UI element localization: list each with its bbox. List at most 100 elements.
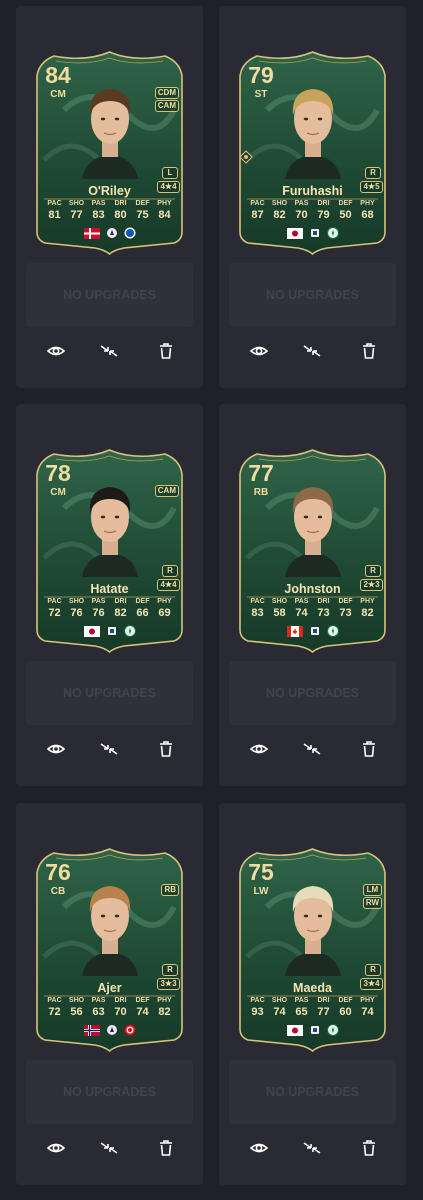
player-name: Johnston — [284, 582, 341, 596]
swap-button[interactable] — [301, 738, 323, 760]
stat-value: 83 — [251, 607, 264, 619]
stat-value: 56 — [70, 1006, 83, 1018]
player-card[interactable]: 77 RB R 2★3 Johnston PAC 83 SHO 58 PAS 74 DRI 73 DEF 7… — [237, 448, 388, 653]
stat-label: PAS — [91, 598, 106, 605]
stat-pac: PAC 83 — [247, 598, 268, 619]
stat-label: PHY — [157, 598, 172, 605]
trash-button[interactable] — [358, 340, 380, 362]
trash-icon — [363, 1140, 375, 1156]
player-tile: 84 CM CDM CAM L 4★4 O'Riley PAC 81 SHO 77 PAS 83 DRI 8… — [16, 6, 203, 388]
player-portrait — [82, 89, 138, 179]
stat-label: DEF — [338, 997, 353, 1004]
stat-label: DEF — [338, 200, 353, 207]
stat-row: PAC 93 SHO 74 PAS 65 DRI 77 DEF 60 PHY 74 — [247, 997, 378, 1018]
trash-button[interactable] — [358, 738, 380, 760]
stat-phy: PHY 84 — [154, 200, 175, 221]
stat-value: 63 — [92, 1006, 105, 1018]
swap-button[interactable] — [98, 738, 120, 760]
stat-phy: PHY 69 — [154, 598, 175, 619]
stat-pas: PAS 63 — [88, 997, 109, 1018]
affiliation-badges — [237, 625, 388, 637]
stat-row: PAC 83 SHO 58 PAS 74 DRI 73 DEF 73 PHY 82 — [247, 598, 378, 619]
stat-value: 82 — [114, 607, 127, 619]
norway-flag-icon — [83, 1024, 100, 1036]
trash-icon — [160, 1140, 172, 1156]
swap-button[interactable] — [301, 340, 323, 362]
stat-label: PAS — [294, 997, 309, 1004]
eye-icon — [249, 744, 269, 754]
stat-value: 77 — [70, 209, 83, 221]
stat-value: 60 — [339, 1006, 352, 1018]
stat-label: SHO — [68, 997, 85, 1004]
stat-label: PHY — [360, 200, 375, 207]
chemistry-style-icon — [239, 150, 253, 164]
stat-sho: SHO 56 — [66, 997, 87, 1018]
card-actions — [219, 738, 406, 760]
stat-dri: DRI 79 — [313, 200, 334, 221]
stat-value: 74 — [136, 1006, 149, 1018]
stat-label: DRI — [114, 598, 127, 605]
stat-pac: PAC 93 — [247, 997, 268, 1018]
stat-label: DEF — [135, 997, 150, 1004]
stat-value: 79 — [317, 209, 330, 221]
player-portrait — [285, 89, 341, 179]
player-tile: 79 ST R 4★5 Furuhashi PAC 87 SHO 82 PAS 70 DRI 79 DEF… — [219, 6, 406, 388]
overall-rating: 79 — [248, 62, 274, 88]
player-card[interactable]: 84 CM CDM CAM L 4★4 O'Riley PAC 81 SHO 77 PAS 83 DRI 8… — [34, 50, 185, 255]
trash-button[interactable] — [155, 1137, 177, 1159]
eye-button[interactable] — [45, 1137, 67, 1159]
swap-button[interactable] — [301, 1137, 323, 1159]
celtic-badge-icon — [326, 227, 339, 239]
alt-positions: CAM — [154, 485, 179, 497]
swap-icon — [100, 1142, 118, 1154]
alt-positions: CDM CAM — [154, 87, 179, 112]
trash-button[interactable] — [155, 738, 177, 760]
player-card[interactable]: 79 ST R 4★5 Furuhashi PAC 87 SHO 82 PAS 70 DRI 79 DEF… — [237, 50, 388, 255]
swap-icon — [100, 345, 118, 357]
stat-sho: SHO 82 — [269, 200, 290, 221]
stat-label: PHY — [157, 997, 172, 1004]
trash-button[interactable] — [358, 1137, 380, 1159]
player-tile: 76 CB RB R 3★3 Ajer PAC 72 SHO 56 PAS 63 DRI 70 DEF 74 P… — [16, 803, 203, 1185]
celtic-badge-icon — [326, 625, 339, 637]
affiliation-badges — [237, 1024, 388, 1036]
position-label: CM — [50, 89, 66, 100]
swap-icon — [303, 345, 321, 357]
stat-sho: SHO 77 — [66, 200, 87, 221]
card-actions — [16, 738, 203, 760]
position-label: ST — [254, 89, 268, 100]
stat-pas: PAS 74 — [291, 598, 312, 619]
player-card[interactable]: 78 CM CAM R 4★4 Hatate PAC 72 SHO 76 PAS 76 DRI 82 DEF… — [34, 448, 185, 653]
eye-button[interactable] — [45, 738, 67, 760]
eye-button[interactable] — [248, 1137, 270, 1159]
eye-button[interactable] — [45, 340, 67, 362]
stat-label: DEF — [135, 598, 150, 605]
stat-value: 75 — [136, 209, 149, 221]
stat-sho: SHO 58 — [269, 598, 290, 619]
alt-position-tag: CAM — [154, 485, 179, 497]
no-upgrades-panel: NO UPGRADES — [229, 661, 396, 725]
affiliation-badges — [34, 1024, 185, 1036]
stat-value: 70 — [295, 209, 308, 221]
player-portrait — [82, 886, 138, 976]
eye-button[interactable] — [248, 340, 270, 362]
swap-button[interactable] — [98, 340, 120, 362]
stat-label: SHO — [68, 598, 85, 605]
stat-label: PHY — [360, 997, 375, 1004]
eye-icon — [249, 346, 269, 356]
stat-value: 76 — [92, 607, 105, 619]
overall-rating: 84 — [45, 62, 71, 88]
stat-value: 50 — [339, 209, 352, 221]
stat-value: 70 — [114, 1006, 127, 1018]
alt-positions: RB — [161, 884, 179, 896]
player-card[interactable]: 75 LW LM RW R 3★4 Maeda PAC 93 SHO 74 PAS 65 DRI 77 DEF… — [237, 847, 388, 1052]
player-card[interactable]: 76 CB RB R 3★3 Ajer PAC 72 SHO 56 PAS 63 DRI 70 DEF 74 P… — [34, 847, 185, 1052]
overall-rating: 78 — [45, 460, 71, 486]
swap-button[interactable] — [98, 1137, 120, 1159]
stat-value: 82 — [361, 607, 374, 619]
preferred-foot: R — [365, 964, 381, 976]
stat-value: 74 — [273, 1006, 286, 1018]
eye-button[interactable] — [248, 738, 270, 760]
stat-dri: DRI 80 — [110, 200, 131, 221]
trash-button[interactable] — [155, 340, 177, 362]
